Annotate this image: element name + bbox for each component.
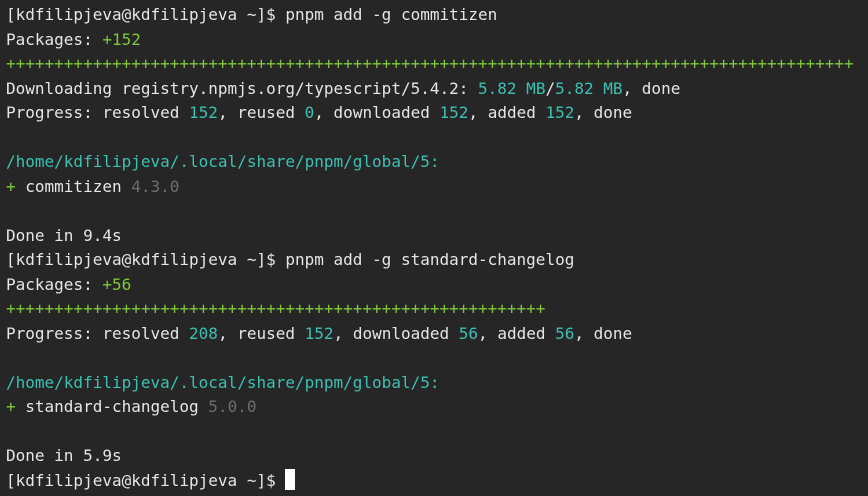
output-line: + commitizen 4.3.0 (6, 175, 868, 200)
text-segment: [kdfilipjeva@kdfilipjeva ~]$ pnpm add -g… (6, 250, 575, 269)
text-segment: Packages: (6, 274, 103, 294)
text-segment: , reused (217, 103, 305, 122)
text-segment: , done (574, 323, 633, 343)
text-segment: Done in 5.9s (6, 446, 122, 465)
text-segment: ++++++++++++++++++++++++++++++++++++++++… (6, 54, 854, 73)
text-segment: , downloaded (314, 103, 440, 122)
text-segment: /home/kdfilipjeva/.local/share/pnpm/glob… (6, 152, 440, 171)
output-line: ++++++++++++++++++++++++++++++++++++++++… (6, 297, 868, 322)
text-segment: 208 (189, 323, 218, 343)
text-segment: commitizen (25, 176, 132, 196)
output-line: /home/kdfilipjeva/.local/share/pnpm/glob… (6, 150, 868, 175)
text-segment: 152 (439, 103, 469, 122)
output-line: [kdfilipjeva@kdfilipjeva ~]$ pnpm add -g… (6, 3, 868, 28)
output-line: Packages: +56 (6, 273, 868, 298)
text-segment: [kdfilipjeva@kdfilipjeva ~]$ pnpm add -g… (6, 5, 498, 24)
text-segment: +152 (102, 29, 141, 49)
text-segment: 56 (555, 323, 575, 343)
text-segment: +56 (102, 274, 132, 294)
output-line: Progress: resolved 152, reused 0, downlo… (6, 101, 868, 126)
output-line: Done in 5.9s (6, 444, 868, 469)
text-cursor (285, 469, 296, 490)
text-segment: Downloading registry.npmjs.org/typescrip… (6, 78, 479, 98)
text-segment: ++++++++++++++++++++++++++++++++++++++++… (6, 299, 546, 318)
text-segment: + (6, 176, 26, 196)
terminal-window[interactable]: [kdfilipjeva@kdfilipjeva ~]$ pnpm add -g… (0, 0, 868, 496)
text-segment: , added (478, 323, 556, 343)
text-segment: , done (574, 103, 633, 122)
text-segment: Progress: resolved (6, 103, 190, 122)
text-segment: 152 (189, 103, 218, 122)
output-line: Downloading registry.npmjs.org/typescrip… (6, 77, 868, 102)
text-segment: standard-changelog (25, 397, 209, 416)
output-line: Packages: +152 (6, 28, 868, 53)
text-segment: 5.0.0 (208, 397, 257, 416)
output-line: ++++++++++++++++++++++++++++++++++++++++… (6, 52, 868, 77)
text-segment: 152 (545, 103, 575, 122)
text-segment: 4.3.0 (131, 176, 180, 196)
output-line: Progress: resolved 208, reused 152, down… (6, 322, 868, 347)
text-segment: , downloaded (333, 323, 459, 343)
text-segment: , reused (217, 323, 305, 343)
text-segment: , added (468, 103, 546, 122)
text-segment: 5.82 MB (555, 78, 623, 98)
text-segment: / (545, 78, 556, 98)
text-segment: 152 (304, 323, 334, 343)
text-segment: Packages: (6, 29, 103, 49)
output-line: Done in 9.4s (6, 224, 868, 249)
text-segment: Progress: resolved (6, 323, 190, 343)
text-segment: , done (622, 78, 681, 98)
text-segment: Done in 9.4s (6, 225, 122, 245)
text-segment: [kdfilipjeva@kdfilipjeva ~]$ (6, 470, 286, 490)
text-segment: 5.82 MB (478, 78, 546, 98)
output-line: [kdfilipjeva@kdfilipjeva ~]$ pnpm add -g… (6, 248, 868, 273)
text-segment: /home/kdfilipjeva/.local/share/pnpm/glob… (6, 372, 440, 392)
output-line: + standard-changelog 5.0.0 (6, 395, 868, 420)
text-segment: 56 (458, 323, 479, 343)
text-segment: 0 (304, 103, 315, 122)
text-segment: + (6, 397, 26, 416)
output-line: /home/kdfilipjeva/.local/share/pnpm/glob… (6, 371, 868, 396)
prompt-line: [kdfilipjeva@kdfilipjeva ~]$ (6, 469, 868, 494)
